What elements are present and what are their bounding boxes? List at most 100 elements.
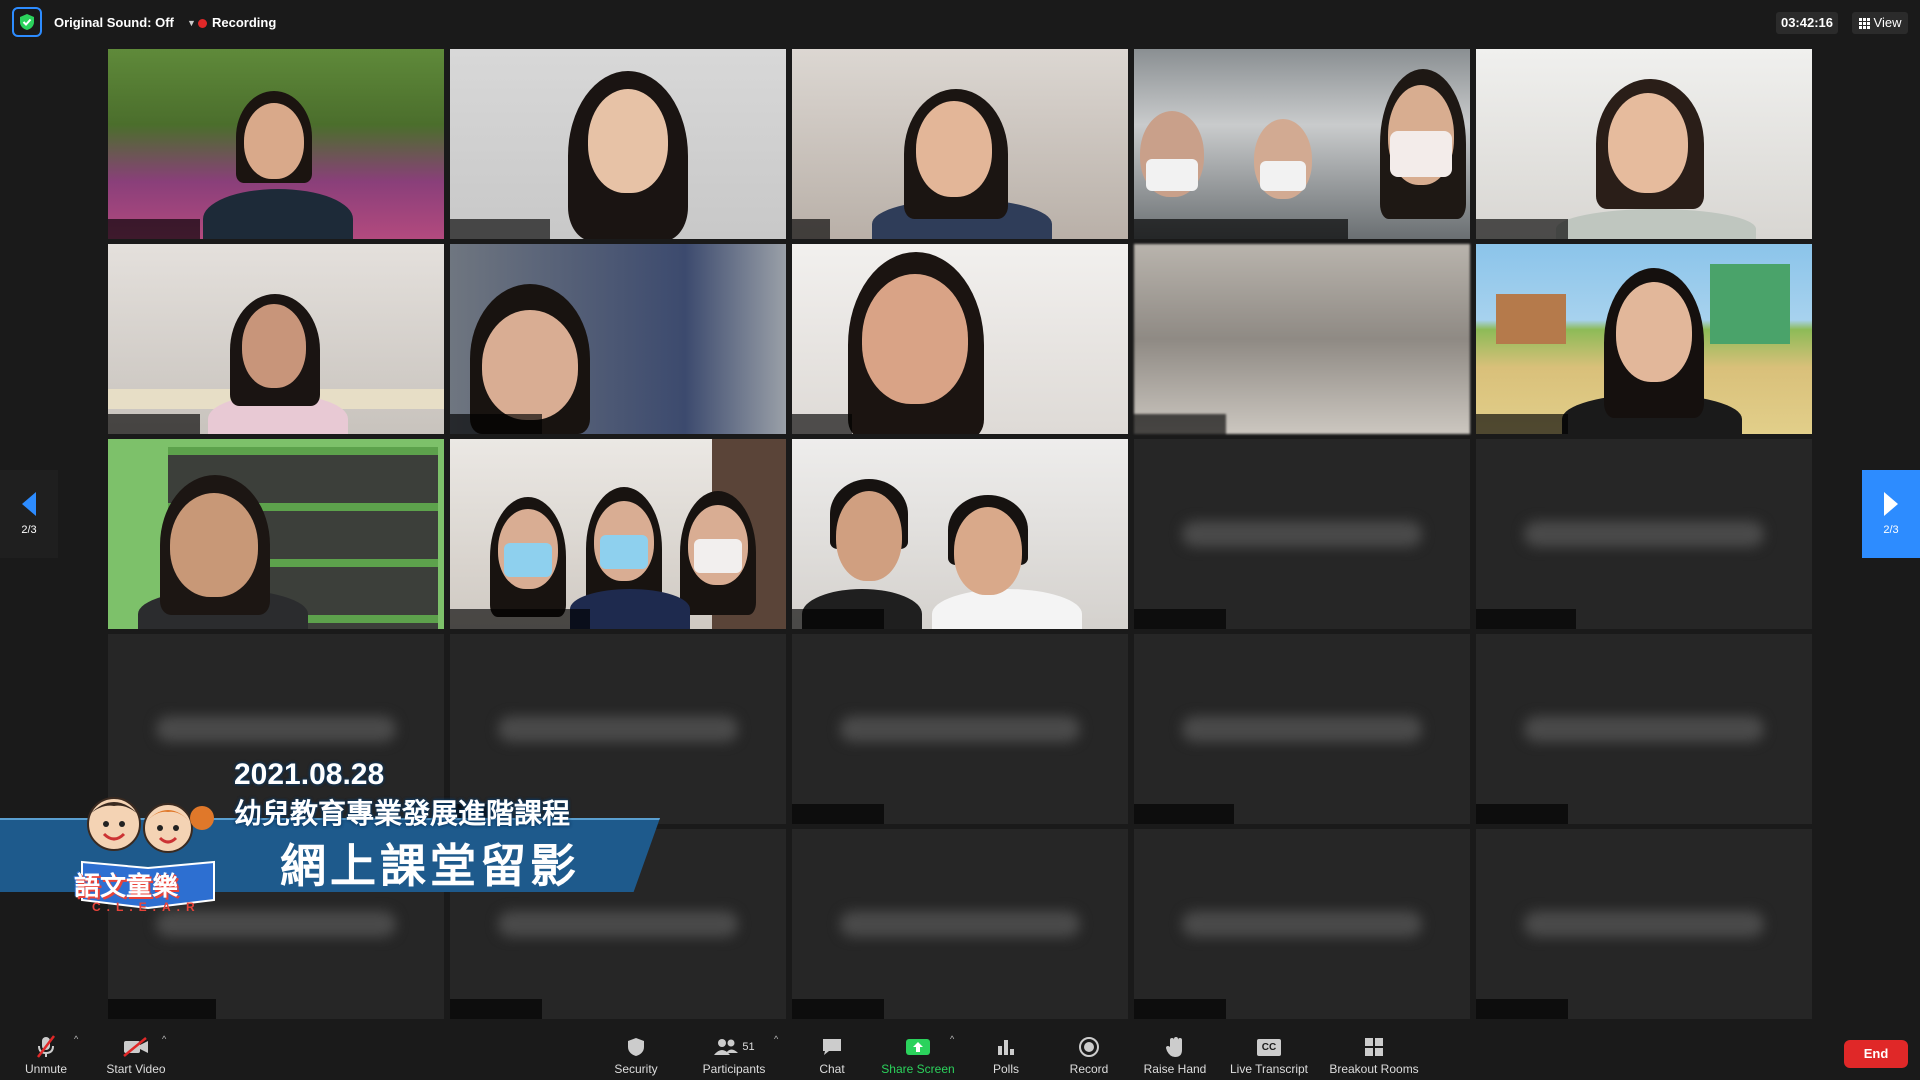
chat-button[interactable]: Chat <box>812 1032 852 1076</box>
video-tile[interactable] <box>1476 634 1812 824</box>
cc-icon-text: CC <box>1257 1038 1281 1056</box>
participant-name-tag <box>792 219 830 239</box>
video-tile[interactable] <box>1134 829 1470 1019</box>
security-shield-icon <box>627 1035 645 1059</box>
video-tile[interactable] <box>1476 439 1812 629</box>
polls-label: Polls <box>992 1062 1019 1076</box>
banner-course-name: 幼兒教育專業發展進階課程 <box>234 798 571 829</box>
banner-title: 網上課堂留影 <box>280 840 580 892</box>
banner-date: 2021.08.28 <box>234 758 385 791</box>
blurred-participant-name <box>1524 521 1764 547</box>
recording-dot-icon <box>198 18 207 28</box>
security-button[interactable]: Security <box>608 1032 664 1076</box>
blurred-participant-name <box>156 716 396 742</box>
blurred-participant-name <box>1524 911 1764 937</box>
participant-name-tag <box>450 414 542 434</box>
audio-options-chevron-icon[interactable]: ^ <box>74 1034 78 1044</box>
unmute-button[interactable]: Unmute <box>20 1032 72 1076</box>
participant-name-tag <box>1476 219 1568 239</box>
participant-name-tag <box>450 219 550 239</box>
video-tile[interactable] <box>450 49 786 239</box>
chevron-down-icon: ▼ <box>186 18 196 28</box>
participant-name-tag <box>450 999 542 1019</box>
recording-label: Recording <box>212 15 277 30</box>
raise-hand-icon <box>1165 1035 1185 1059</box>
arrow-left-icon <box>22 492 36 516</box>
video-tile[interactable] <box>792 829 1128 1019</box>
video-tile[interactable] <box>108 244 444 434</box>
video-tile[interactable] <box>792 439 1128 629</box>
blurred-participant-name <box>840 716 1080 742</box>
video-tile[interactable] <box>450 439 786 629</box>
video-tile[interactable] <box>108 439 444 629</box>
participant-name-tag <box>108 219 200 239</box>
record-label: Record <box>1069 1062 1109 1076</box>
video-tile[interactable] <box>1134 49 1470 239</box>
page-indicator: 2/3 <box>1883 524 1899 536</box>
participant-name-tag <box>1476 609 1576 629</box>
logo-text: 語文童樂 <box>74 871 179 901</box>
breakout-rooms-button[interactable]: Breakout Rooms <box>1326 1032 1422 1076</box>
blurred-participant-name <box>1182 521 1422 547</box>
participant-name-tag <box>1476 999 1568 1019</box>
polls-bar-chart-icon <box>996 1035 1016 1059</box>
participant-name-tag <box>792 999 884 1019</box>
logo-subtitle: C.L.E.A.R <box>92 900 201 914</box>
breakout-rooms-label: Breakout Rooms <box>1329 1062 1419 1076</box>
chat-bubble-icon <box>821 1035 843 1059</box>
closed-caption-icon: CC <box>1257 1035 1281 1059</box>
participants-button[interactable]: 51 Participants <box>698 1032 770 1076</box>
participants-options-chevron-icon[interactable]: ^ <box>774 1034 778 1044</box>
page-indicator: 2/3 <box>21 524 37 536</box>
participant-name-tag <box>1476 414 1568 434</box>
video-tile[interactable] <box>1134 439 1470 629</box>
video-tile[interactable] <box>1476 49 1812 239</box>
chat-label: Chat <box>819 1062 845 1076</box>
view-label: View <box>1873 15 1902 30</box>
breakout-rooms-icon <box>1364 1035 1384 1059</box>
video-tile[interactable] <box>1134 244 1470 434</box>
live-transcript-button[interactable]: CC Live Transcript <box>1226 1032 1312 1076</box>
participant-name-tag <box>1134 999 1226 1019</box>
share-options-chevron-icon[interactable]: ^ <box>950 1034 954 1044</box>
participants-count: 51 <box>742 1041 755 1053</box>
end-meeting-button[interactable]: End <box>1844 1040 1908 1068</box>
original-sound-toggle[interactable]: Original Sound: Off ▼ <box>52 12 200 34</box>
video-tile[interactable] <box>1476 244 1812 434</box>
video-tile[interactable] <box>450 244 786 434</box>
video-tile[interactable] <box>1134 634 1470 824</box>
security-label: Security <box>614 1062 658 1076</box>
view-button[interactable]: View <box>1852 12 1908 34</box>
video-off-icon <box>122 1035 150 1059</box>
video-tile[interactable] <box>792 49 1128 239</box>
video-tile[interactable] <box>1476 829 1812 1019</box>
raise-hand-button[interactable]: Raise Hand <box>1140 1032 1210 1076</box>
video-options-chevron-icon[interactable]: ^ <box>162 1034 166 1044</box>
previous-page-button[interactable]: 2/3 <box>0 470 58 558</box>
live-transcript-label: Live Transcript <box>1229 1062 1309 1076</box>
video-tile[interactable] <box>108 49 444 239</box>
unmute-label: Unmute <box>24 1062 68 1076</box>
blurred-participant-name <box>1182 911 1422 937</box>
record-icon <box>1078 1035 1100 1059</box>
video-tile[interactable] <box>792 244 1128 434</box>
blurred-participant-name <box>840 911 1080 937</box>
participant-name-tag <box>1134 609 1226 629</box>
grid-view-icon <box>1858 17 1870 29</box>
participant-name-tag <box>108 414 200 434</box>
share-screen-icon <box>905 1035 931 1059</box>
participant-name-tag <box>1134 804 1234 824</box>
blurred-participant-name <box>1524 716 1764 742</box>
video-tile[interactable] <box>792 634 1128 824</box>
arrow-right-icon <box>1884 492 1898 516</box>
blurred-participant-name <box>1182 716 1422 742</box>
security-shield-icon[interactable] <box>12 7 42 37</box>
participants-label: Participants <box>702 1062 766 1076</box>
share-screen-button[interactable]: Share Screen <box>878 1032 958 1076</box>
record-button[interactable]: Record <box>1066 1032 1112 1076</box>
share-screen-label: Share Screen <box>881 1062 955 1076</box>
blurred-participant-name <box>498 911 738 937</box>
polls-button[interactable]: Polls <box>988 1032 1024 1076</box>
next-page-button[interactable]: 2/3 <box>1862 470 1920 558</box>
participant-name-tag <box>792 414 852 434</box>
